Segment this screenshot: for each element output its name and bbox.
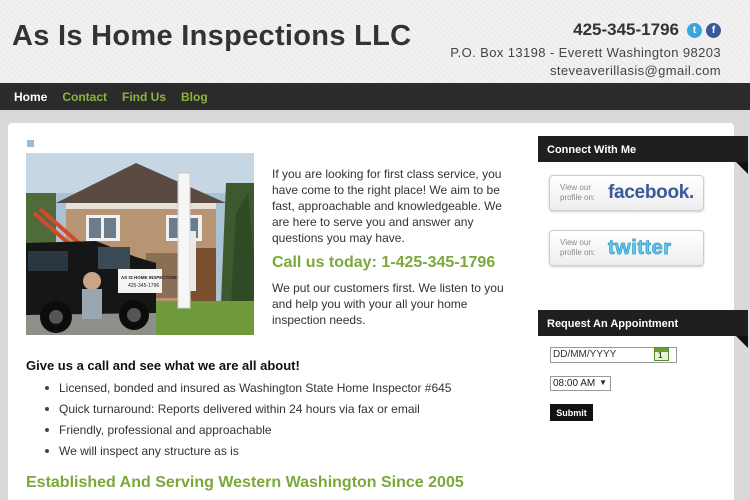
- appointment-time-select[interactable]: 08:00 AM ▼: [550, 376, 611, 391]
- twitter-profile-button[interactable]: View our profile on: twitter: [549, 230, 704, 266]
- main-nav: Home Contact Find Us Blog: [0, 83, 750, 110]
- calendar-icon[interactable]: 1: [654, 347, 669, 361]
- site-title[interactable]: As Is Home Inspections LLC: [12, 20, 411, 53]
- view-profile-text: View our profile on:: [560, 238, 596, 257]
- list-item: Licensed, bonded and insured as Washingt…: [45, 378, 451, 399]
- list-item: Quick turnaround: Reports delivered with…: [45, 399, 451, 420]
- connect-widget-title: Connect With Me: [538, 136, 748, 174]
- submit-button[interactable]: Submit: [550, 404, 593, 421]
- chevron-down-icon: ▼: [599, 378, 607, 387]
- appointment-widget-title: Request An Appointment: [538, 310, 748, 348]
- twitter-icon[interactable]: t: [687, 22, 702, 38]
- customers-paragraph: We put our customers first. We listen to…: [272, 281, 504, 327]
- facebook-logo: facebook.: [608, 182, 694, 203]
- intro-paragraph: If you are looking for first class servi…: [272, 167, 502, 245]
- site-header: As Is Home Inspections LLC 425-345-1796 …: [0, 0, 750, 83]
- decorative-square: [27, 140, 34, 147]
- call-us-heading: Call us today: 1-425-345-1796: [272, 254, 496, 271]
- nav-find-us[interactable]: Find Us: [122, 90, 166, 104]
- header-contact: 425-345-1796 t f P.O. Box 13198 - Everet…: [450, 20, 721, 78]
- header-email[interactable]: steveaverillasis@gmail.com: [450, 63, 721, 78]
- nav-home[interactable]: Home: [14, 90, 47, 104]
- facebook-profile-button[interactable]: View our profile on: facebook.: [549, 175, 704, 211]
- house-photo: AS IS HOME INSPECTIONS 425-345-1796: [26, 153, 254, 335]
- nav-contact[interactable]: Contact: [62, 90, 107, 104]
- phone-row: 425-345-1796 t f: [450, 20, 721, 40]
- list-item: We will inspect any structure as is: [45, 441, 451, 462]
- twitter-logo: twitter: [608, 236, 672, 259]
- svg-text:425-345-1796: 425-345-1796: [128, 283, 159, 289]
- features-list: Licensed, bonded and insured as Washingt…: [45, 378, 451, 462]
- svg-text:AS IS HOME INSPECTIONS: AS IS HOME INSPECTIONS: [121, 275, 179, 280]
- header-phone: 425-345-1796: [573, 20, 679, 39]
- time-select-value: 08:00 AM: [553, 378, 596, 389]
- facebook-icon[interactable]: f: [706, 22, 721, 38]
- header-address: P.O. Box 13198 - Everett Washington 9820…: [450, 45, 721, 60]
- view-profile-text: View our profile on:: [560, 183, 596, 202]
- nav-blog[interactable]: Blog: [181, 90, 208, 104]
- house-photo-illustration: AS IS HOME INSPECTIONS 425-345-1796: [26, 153, 254, 335]
- give-us-heading: Give us a call and see what we are all a…: [26, 358, 300, 373]
- established-heading: Established And Serving Western Washingt…: [26, 474, 464, 491]
- list-item: Friendly, professional and approachable: [45, 420, 451, 441]
